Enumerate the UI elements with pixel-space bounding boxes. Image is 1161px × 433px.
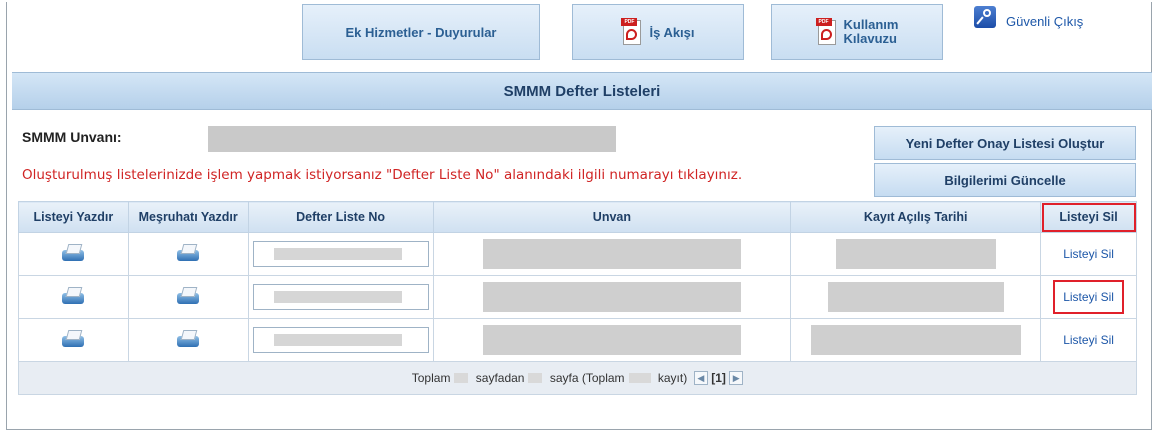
- print-list-icon[interactable]: [60, 287, 86, 305]
- logout-link[interactable]: Güvenli Çıkış: [974, 5, 1084, 29]
- ek-hizmetler-button[interactable]: Ek Hizmetler - Duyurular: [302, 4, 540, 60]
- redacted-unvan: [482, 325, 741, 355]
- ek-hizmetler-label: Ek Hizmetler - Duyurular: [345, 24, 497, 40]
- header-listeyi-sil: Listeyi Sil: [1040, 201, 1137, 233]
- defter-liste-no-link[interactable]: [252, 327, 429, 353]
- header-listeyi-yazdir: Listeyi Yazdır: [18, 201, 129, 233]
- is-akisi-label: İş Akışı: [649, 24, 695, 40]
- print-annotation-icon[interactable]: [175, 330, 201, 348]
- header-mesruhati-yazdir: Meşruhatı Yazdır: [127, 201, 249, 233]
- print-annotation-icon[interactable]: [175, 244, 201, 262]
- panel-title-text: SMMM Defter Listeleri: [503, 82, 661, 100]
- print-list-icon[interactable]: [60, 244, 86, 262]
- redacted-date: [835, 239, 996, 269]
- pagination-row: Toplam sayfadan sayfa (Toplam kayıt) ◀ […: [18, 361, 1137, 395]
- print-list-icon[interactable]: [60, 330, 86, 348]
- header-defter-liste-no: Defter Liste No: [247, 201, 434, 233]
- redacted-date: [810, 325, 1021, 355]
- table-header-row: Listeyi Yazdır Meşruhatı Yazdır Defter L…: [18, 201, 1137, 233]
- header-kayit-acilis-tarihi: Kayıt Açılış Tarihi: [790, 201, 1042, 233]
- delete-list-link[interactable]: Listeyi Sil: [1053, 280, 1124, 314]
- current-page: [1]: [711, 370, 726, 385]
- delete-list-link[interactable]: Listeyi Sil: [1063, 247, 1114, 261]
- redacted-unvan-value: [208, 126, 616, 152]
- logout-label: Güvenli Çıkış: [1006, 14, 1084, 29]
- unvan-label: SMMM Unvanı:: [22, 129, 122, 145]
- defter-liste-no-link[interactable]: [252, 284, 429, 310]
- pdf-icon: PDF: [815, 18, 838, 46]
- panel-title: SMMM Defter Listeleri: [12, 72, 1152, 110]
- kullanim-kilavuzu-label: Kullanım Kılavuzu: [843, 17, 899, 46]
- table-row: Listeyi Sil: [18, 318, 1137, 362]
- update-info-button[interactable]: Bilgilerimi Güncelle: [874, 163, 1136, 197]
- header-unvan: Unvan: [432, 201, 792, 233]
- new-list-button[interactable]: Yeni Defter Onay Listesi Oluştur: [874, 126, 1136, 160]
- prev-page-icon[interactable]: ◀: [693, 371, 708, 386]
- table-row: Listeyi Sil: [18, 232, 1137, 276]
- kullanim-kilavuzu-button[interactable]: PDF Kullanım Kılavuzu: [771, 4, 943, 60]
- pdf-icon: PDF: [621, 18, 643, 46]
- is-akisi-button[interactable]: PDF İş Akışı: [572, 4, 744, 60]
- table-row: Listeyi Sil: [18, 275, 1137, 319]
- redacted-unvan: [482, 239, 741, 269]
- defter-liste-no-link[interactable]: [252, 241, 429, 267]
- next-page-icon[interactable]: ▶: [729, 371, 744, 386]
- info-message: Oluşturulmuş listelerinizde işlem yapmak…: [22, 167, 743, 183]
- redacted-unvan: [482, 282, 741, 312]
- pagination-bar: Toplam sayfadan sayfa (Toplam kayıt) ◀ […: [18, 361, 1137, 395]
- new-list-label: Yeni Defter Onay Listesi Oluştur: [905, 135, 1105, 151]
- print-annotation-icon[interactable]: [175, 287, 201, 305]
- update-info-label: Bilgilerimi Güncelle: [944, 172, 1066, 188]
- redacted-date: [827, 282, 1004, 312]
- key-icon: [974, 5, 996, 28]
- defter-list-table: Listeyi Yazdır Meşruhatı Yazdır Defter L…: [18, 201, 1137, 395]
- delete-list-link[interactable]: Listeyi Sil: [1063, 333, 1114, 347]
